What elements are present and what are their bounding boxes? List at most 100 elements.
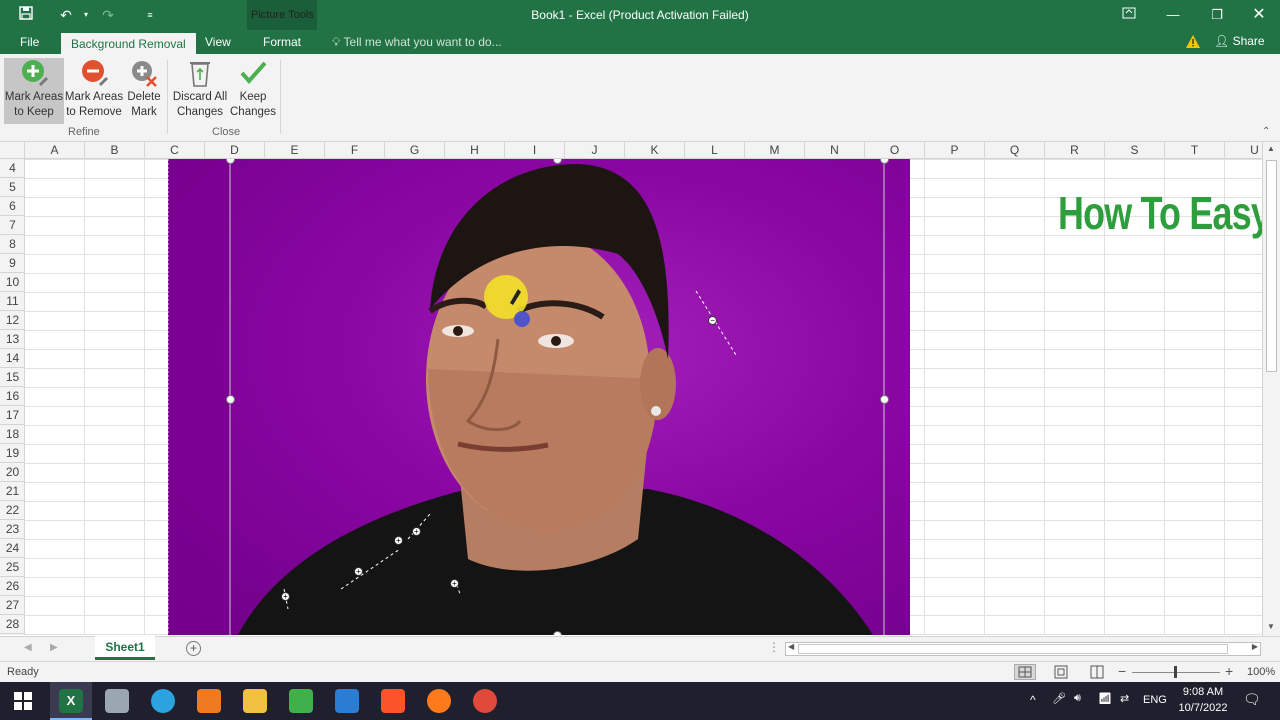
- zoom-in-icon[interactable]: +: [1225, 663, 1233, 679]
- column-header[interactable]: A: [25, 142, 85, 159]
- row-header[interactable]: 25: [0, 558, 24, 577]
- share-button[interactable]: 👤︎ Share: [1214, 34, 1265, 48]
- discard-all-changes-button[interactable]: Discard All Changes: [172, 58, 228, 124]
- row-header[interactable]: 15: [0, 368, 24, 387]
- page-layout-icon[interactable]: [1052, 665, 1070, 679]
- zoom-level[interactable]: 100%: [1247, 666, 1275, 678]
- column-header[interactable]: K: [625, 142, 685, 159]
- warning-icon[interactable]: [1185, 34, 1201, 50]
- row-header[interactable]: 7: [0, 216, 24, 235]
- volume-icon[interactable]: 🔊︎: [1074, 692, 1081, 705]
- row-header[interactable]: 20: [0, 463, 24, 482]
- row-header[interactable]: 11: [0, 292, 24, 311]
- restore-button[interactable]: ❐: [1206, 6, 1228, 24]
- page-break-preview-icon[interactable]: [1088, 665, 1106, 679]
- column-header[interactable]: C: [145, 142, 205, 159]
- row-header[interactable]: 24: [0, 539, 24, 558]
- row-header[interactable]: 16: [0, 387, 24, 406]
- mail-app-icon[interactable]: [335, 689, 359, 713]
- column-header[interactable]: S: [1105, 142, 1165, 159]
- tab-file[interactable]: File: [20, 35, 39, 49]
- delete-mark-button[interactable]: Delete Mark: [124, 58, 164, 124]
- row-header[interactable]: 12: [0, 311, 24, 330]
- column-header[interactable]: F: [325, 142, 385, 159]
- next-sheet-icon[interactable]: ▶: [50, 642, 58, 653]
- row-header[interactable]: 9: [0, 254, 24, 273]
- column-header[interactable]: L: [685, 142, 745, 159]
- tray-overflow-icon[interactable]: ^: [1030, 693, 1036, 707]
- row-header[interactable]: 14: [0, 349, 24, 368]
- zoom-slider[interactable]: [1132, 666, 1220, 678]
- normal-view-icon[interactable]: [1014, 664, 1036, 680]
- select-all-corner[interactable]: [0, 142, 25, 159]
- row-header[interactable]: 10: [0, 273, 24, 292]
- horizontal-scroll-thumb[interactable]: [798, 644, 1228, 654]
- wifi-icon[interactable]: 📶︎: [1098, 692, 1112, 705]
- row-header[interactable]: 21: [0, 482, 24, 501]
- tell-me-box[interactable]: 💡︎ Tell me what you want to do...: [332, 35, 502, 50]
- prev-sheet-icon[interactable]: ◀: [24, 642, 32, 653]
- mark-areas-to-remove-button[interactable]: Mark Areas to Remove: [64, 58, 124, 124]
- chrome-browser-icon[interactable]: [473, 689, 497, 713]
- scroll-down-icon[interactable]: ▼: [1267, 622, 1275, 631]
- resize-handle[interactable]: [226, 395, 235, 404]
- row-header[interactable]: 5: [0, 178, 24, 197]
- column-header[interactable]: N: [805, 142, 865, 159]
- row-header[interactable]: 23: [0, 520, 24, 539]
- row-header[interactable]: 13: [0, 330, 24, 349]
- row-header[interactable]: 19: [0, 444, 24, 463]
- column-header[interactable]: D: [205, 142, 265, 159]
- scroll-left-icon[interactable]: ◀: [786, 642, 794, 651]
- row-header[interactable]: 27: [0, 596, 24, 615]
- splitter-icon[interactable]: ⋮: [768, 640, 780, 654]
- resize-handle[interactable]: [880, 395, 889, 404]
- column-header[interactable]: O: [865, 142, 925, 159]
- network-icon[interactable]: ⇄: [1120, 692, 1129, 705]
- scroll-up-icon[interactable]: ▲: [1267, 144, 1275, 153]
- camtasia-app-icon[interactable]: [289, 689, 313, 713]
- keep-mark-icon[interactable]: +: [354, 567, 363, 576]
- column-header[interactable]: P: [925, 142, 985, 159]
- column-header[interactable]: M: [745, 142, 805, 159]
- column-header[interactable]: R: [1045, 142, 1105, 159]
- minimize-button[interactable]: —: [1162, 6, 1184, 24]
- clock-date[interactable]: 10/7/2022: [1172, 702, 1234, 714]
- keep-mark-icon[interactable]: +: [394, 536, 403, 545]
- file-explorer-icon[interactable]: [243, 689, 267, 713]
- row-header[interactable]: 22: [0, 501, 24, 520]
- column-header[interactable]: I: [505, 142, 565, 159]
- microphone-icon[interactable]: 🎤︎: [1052, 692, 1066, 705]
- windows-start-icon[interactable]: [14, 692, 32, 713]
- horizontal-scrollbar[interactable]: ◀ ▶: [785, 642, 1261, 656]
- row-header[interactable]: 4: [0, 159, 24, 178]
- resize-handle[interactable]: [553, 631, 562, 635]
- column-header[interactable]: T: [1165, 142, 1225, 159]
- notification-icon[interactable]: 🗨︎: [1243, 691, 1261, 708]
- vertical-scrollbar[interactable]: ▲ ▼: [1262, 142, 1280, 636]
- firefox-browser-icon[interactable]: [427, 689, 451, 713]
- taskbar-excel-active[interactable]: X: [50, 682, 92, 720]
- keep-changes-button[interactable]: Keep Changes: [230, 58, 276, 124]
- language-indicator[interactable]: ENG: [1143, 694, 1167, 706]
- tab-view[interactable]: View: [205, 35, 231, 49]
- column-header[interactable]: G: [385, 142, 445, 159]
- picture-background-removal[interactable]: − + + + + +: [168, 159, 910, 635]
- mark-areas-to-keep-button[interactable]: Mark Areas to Keep: [4, 58, 64, 124]
- column-header[interactable]: E: [265, 142, 325, 159]
- ribbon-display-icon[interactable]: [1118, 6, 1140, 24]
- brave-browser-icon[interactable]: [381, 689, 405, 713]
- xampp-app-icon[interactable]: [197, 689, 221, 713]
- row-header[interactable]: 18: [0, 425, 24, 444]
- clock-time[interactable]: 9:08 AM: [1176, 686, 1230, 698]
- column-header[interactable]: Q: [985, 142, 1045, 159]
- remove-mark-icon[interactable]: −: [708, 316, 717, 325]
- zoom-out-icon[interactable]: −: [1118, 663, 1126, 679]
- row-header[interactable]: 17: [0, 406, 24, 425]
- tab-format[interactable]: Format: [263, 35, 301, 49]
- row-header[interactable]: 26: [0, 577, 24, 596]
- sheet-tab[interactable]: Sheet1: [95, 636, 155, 660]
- calculator-app-icon[interactable]: [105, 689, 129, 713]
- keep-mark-icon[interactable]: +: [412, 527, 421, 536]
- close-button[interactable]: ✕: [1248, 6, 1270, 24]
- telegram-app-icon[interactable]: [151, 689, 175, 713]
